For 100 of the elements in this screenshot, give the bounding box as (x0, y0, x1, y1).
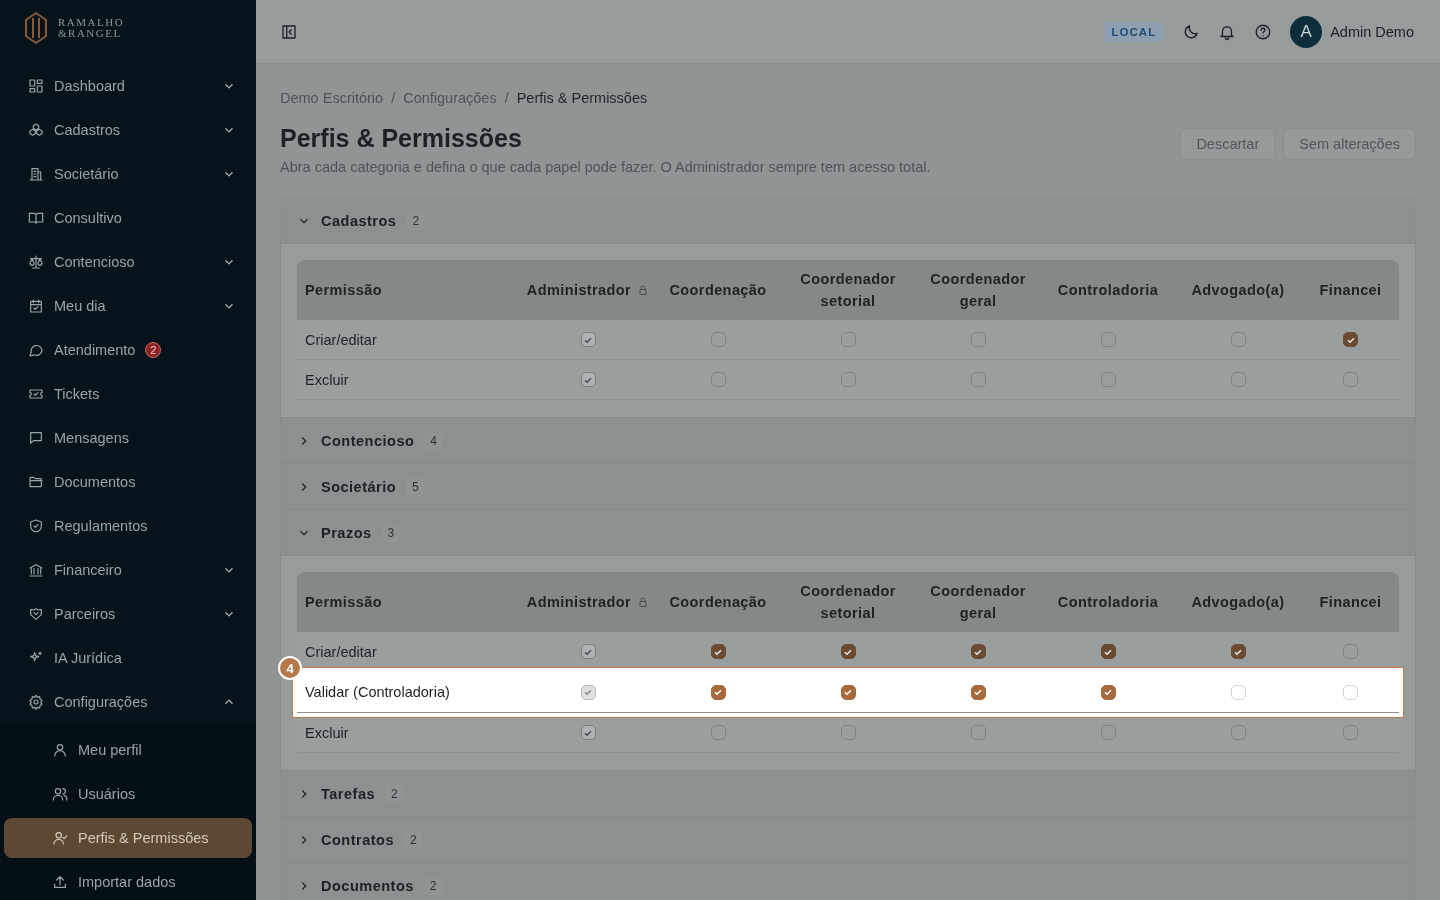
sidebar-label: Contencioso (54, 254, 135, 270)
checkbox[interactable] (710, 332, 726, 347)
count-badge: 5 (406, 477, 425, 496)
moon-icon[interactable] (1182, 22, 1201, 41)
sidebar-label: IA Jurídica (54, 650, 122, 666)
checkbox[interactable] (1230, 332, 1246, 347)
user-check-icon (52, 830, 68, 846)
checkbox[interactable] (1230, 372, 1246, 387)
sidebar-subitem[interactable]: Meu perfil (0, 728, 256, 772)
count-badge: 2 (406, 211, 426, 230)
sidebar-item[interactable]: Dashboard (0, 64, 256, 108)
checkbox[interactable] (840, 644, 856, 659)
checkbox[interactable] (1343, 332, 1358, 347)
environment-badge: LOCAL (1103, 21, 1165, 42)
sidebar-label: Tickets (54, 386, 100, 402)
sidebar-subitem[interactable]: Importar dados (0, 860, 256, 900)
category-header[interactable]: Cadastros 2 (281, 198, 1415, 244)
sidebar-item[interactable]: IA Jurídica (0, 636, 256, 680)
category-name: Cadastros (321, 212, 397, 229)
checkbox[interactable] (970, 644, 986, 659)
user-name[interactable]: Admin Demo (1330, 23, 1414, 40)
checkbox[interactable] (1230, 644, 1246, 659)
category-header[interactable]: Prazos 3 (281, 510, 1415, 556)
tour-step-badge: 4 (278, 656, 302, 680)
scales-icon (28, 254, 44, 270)
checkbox[interactable] (970, 684, 986, 700)
checkbox[interactable] (840, 372, 856, 387)
column-header: Permissão (305, 281, 382, 300)
sidebar-label: Meu perfil (78, 742, 142, 758)
user-icon (52, 742, 68, 758)
sidebar-label: Financeiro (54, 562, 122, 578)
checkbox[interactable] (710, 372, 726, 387)
checkbox[interactable] (710, 725, 726, 740)
category-header[interactable]: Tarefas 2 (281, 771, 1415, 817)
sidebar-item[interactable]: Regulamentos (0, 504, 256, 548)
sidebar-item[interactable]: Parceiros (0, 592, 256, 636)
category-header[interactable]: Contratos 2 (281, 817, 1415, 863)
column-header: Controladoria (1057, 281, 1159, 300)
user-avatar[interactable]: A (1290, 15, 1323, 48)
checkbox[interactable] (840, 684, 856, 700)
page-title: Perfis & Permissões (280, 124, 523, 153)
checkbox[interactable] (970, 725, 986, 740)
column-header: Advogado(a) (1191, 593, 1285, 612)
checkbox[interactable] (840, 725, 856, 740)
checkbox[interactable] (1343, 644, 1358, 659)
permission-label: Validar (Controladoria) (305, 683, 450, 702)
brand-name: &RANGEL (58, 28, 123, 39)
logo-icon (24, 12, 48, 44)
help-icon[interactable] (1254, 22, 1273, 41)
checkbox[interactable] (710, 684, 726, 700)
checkbox[interactable] (1343, 725, 1358, 740)
sidebar-item[interactable]: Documentos (0, 460, 256, 504)
checkbox[interactable] (1230, 725, 1246, 740)
page-subtitle: Abra cada categoria e defina o que cada papel pode fazer. O Administrador sempre tem acesso total. (280, 159, 931, 175)
column-header: Administrador (526, 593, 632, 612)
grid-icon (28, 78, 44, 94)
sidebar-item[interactable]: Mensagens (0, 416, 256, 460)
checkbox[interactable] (710, 644, 726, 659)
category-name: Contratos (321, 831, 394, 848)
column-header: Coordenação (669, 593, 767, 612)
sidebar-label: Dashboard (54, 78, 125, 94)
count-badge: 2 (404, 830, 423, 849)
sidebar-item[interactable]: Consultivo (0, 196, 256, 240)
sidebar-item[interactable]: Financeiro (0, 548, 256, 592)
checkbox[interactable] (840, 332, 856, 347)
building-icon (28, 166, 44, 182)
brand-name: RAMALHO (58, 17, 125, 28)
checkbox[interactable] (1343, 372, 1358, 387)
column-header: Coordenador setorial (799, 270, 897, 311)
sidebar-label: Mensagens (54, 430, 129, 446)
checkbox[interactable] (1100, 332, 1116, 347)
notification-badge: 2 (145, 342, 162, 358)
column-header: Controladoria (1057, 593, 1159, 612)
sidebar-item[interactable]: Meu dia (0, 284, 256, 328)
checkbox[interactable] (970, 332, 986, 347)
sidebar-toggle-icon[interactable] (280, 22, 298, 41)
checkbox[interactable] (1100, 684, 1116, 700)
checkbox[interactable] (1100, 644, 1116, 659)
sidebar-item[interactable]: Societário (0, 152, 256, 196)
sidebar-subitem[interactable]: Perfis & Permissões (4, 818, 252, 858)
checkbox[interactable] (970, 372, 986, 387)
column-header: Permissão (305, 593, 382, 612)
sidebar-item[interactable]: Contencioso (0, 240, 256, 284)
sidebar-subitem[interactable]: Usuários (0, 772, 256, 816)
sidebar-label: Importar dados (78, 874, 176, 890)
count-badge: 3 (381, 523, 401, 542)
category-name: Prazos (321, 524, 372, 541)
category-header[interactable]: Contencioso 4 (281, 418, 1415, 464)
upload-icon (52, 874, 68, 890)
breadcrumb-separator: / (391, 90, 396, 106)
category-header[interactable]: Documentos 2 (281, 863, 1415, 900)
category-header[interactable]: Societário 5 (281, 464, 1415, 510)
column-header: Financei (1319, 281, 1382, 300)
checkbox[interactable] (1100, 725, 1116, 740)
sidebar-item[interactable]: Configurações (0, 680, 256, 724)
sidebar-item[interactable]: Atendimento 2 (0, 328, 256, 372)
sidebar-item[interactable]: Cadastros (0, 108, 256, 152)
checkbox[interactable] (1100, 372, 1116, 387)
column-header: Coordenação (669, 281, 767, 300)
sidebar-item[interactable]: Tickets (0, 372, 256, 416)
